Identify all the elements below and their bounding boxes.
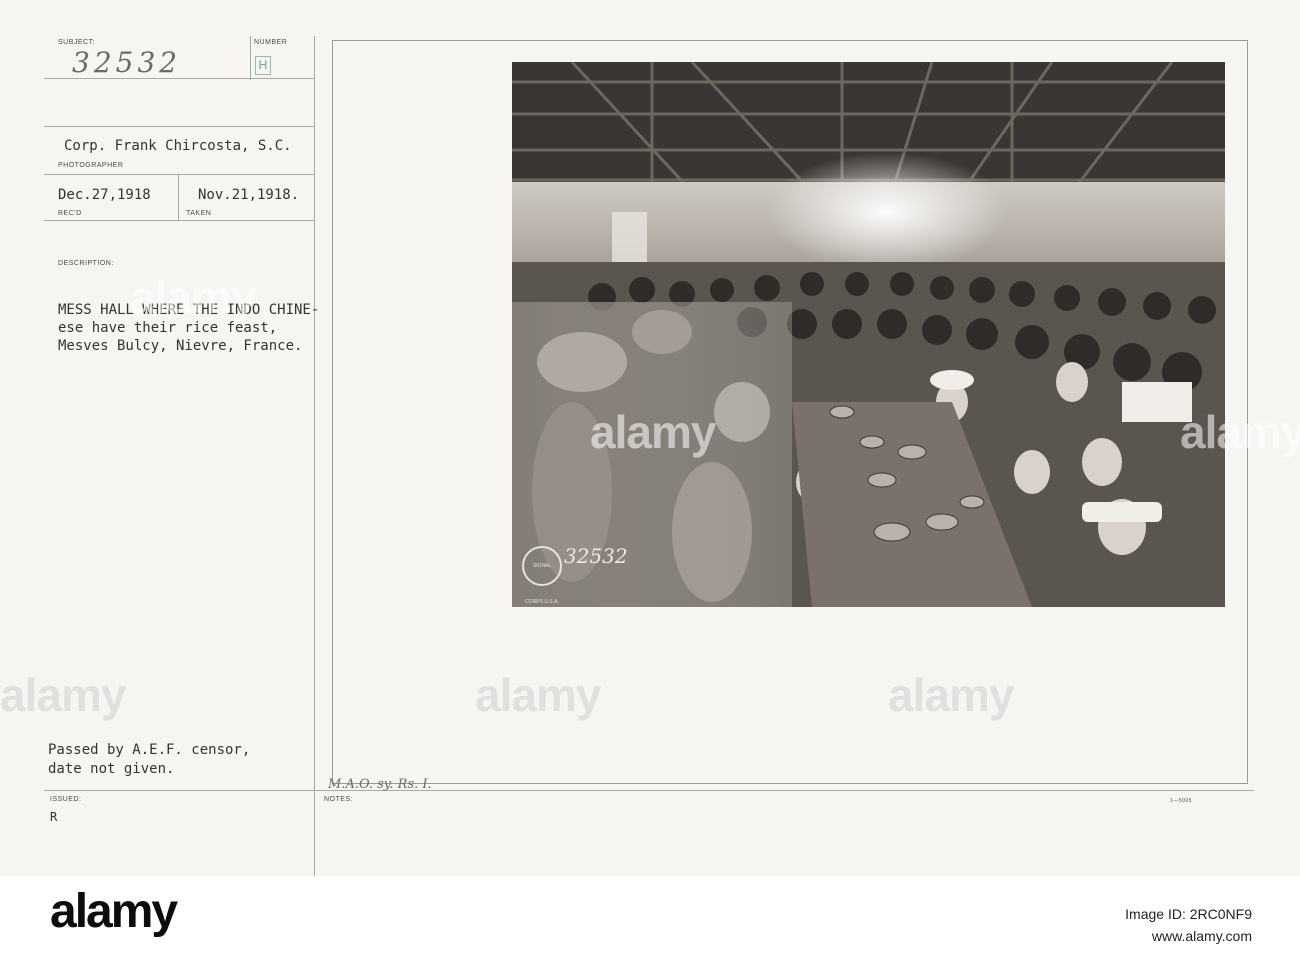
- rule-notes: [44, 790, 1254, 791]
- photo-stamp-number: 32532: [564, 544, 628, 568]
- rule-column-divider: [314, 36, 315, 876]
- watermark-4: alamy: [0, 669, 126, 721]
- alamy-logo[interactable]: alamy: [50, 884, 178, 939]
- photographer-label: PHOTOGRAPHER: [58, 162, 124, 169]
- watermark-5: alamy: [475, 669, 601, 721]
- censor-line-1: Passed by A.E.F. censor,: [48, 742, 251, 758]
- received-label: REC'D: [58, 210, 82, 217]
- number-value: H: [255, 56, 271, 75]
- alamy-url[interactable]: www.alamy.com: [1152, 928, 1252, 944]
- rule-date-divider: [178, 174, 179, 220]
- rule-number-divider: [250, 36, 251, 80]
- watermark-3: alamy: [1180, 406, 1300, 458]
- received-value: Dec.27,1918: [58, 187, 151, 203]
- notes-value: M.A.O. sy. Rs. I.: [328, 777, 432, 792]
- stock-footer: alamy Image ID: 2RC0NF9 www.alamy.com: [0, 876, 1300, 964]
- rule-number-bottom: [44, 126, 314, 127]
- taken-label: TAKEN: [186, 210, 212, 217]
- censor-line-2: date not given.: [48, 761, 175, 777]
- description-label: DESCRIPTION:: [58, 260, 114, 267]
- notes-label: NOTES:: [324, 796, 354, 803]
- issued-value: R: [50, 810, 58, 824]
- description-line-3: Mesves Bulcy, Nievre, France.: [58, 338, 303, 354]
- watermark-2: alamy: [590, 406, 716, 458]
- subject-value: 32532: [72, 46, 182, 79]
- issued-label: ISSUED:: [50, 796, 82, 803]
- watermark-1: alamy: [130, 271, 256, 323]
- archival-record-card: SUBJECT: 32532 NUMBER H Corp. Frank Chir…: [0, 0, 1300, 876]
- mess-hall-scene: [512, 62, 1225, 607]
- number-label: NUMBER: [254, 39, 288, 46]
- subject-label: SUBJECT:: [58, 39, 96, 46]
- photographer-value: Corp. Frank Chircosta, S.C.: [64, 138, 292, 154]
- signal-corps-seal: SIGNAL CORPS U.S.A.: [522, 546, 562, 605]
- taken-value: Nov.21,1918.: [198, 187, 300, 203]
- watermark-6: alamy: [888, 669, 1014, 721]
- form-code: 1—5005: [1170, 798, 1192, 804]
- image-id: Image ID: 2RC0NF9: [1125, 906, 1252, 922]
- rule-dates: [44, 220, 314, 221]
- rule-photographer: [44, 174, 314, 175]
- mess-hall-photograph: SIGNAL CORPS U.S.A. 32532: [512, 62, 1225, 607]
